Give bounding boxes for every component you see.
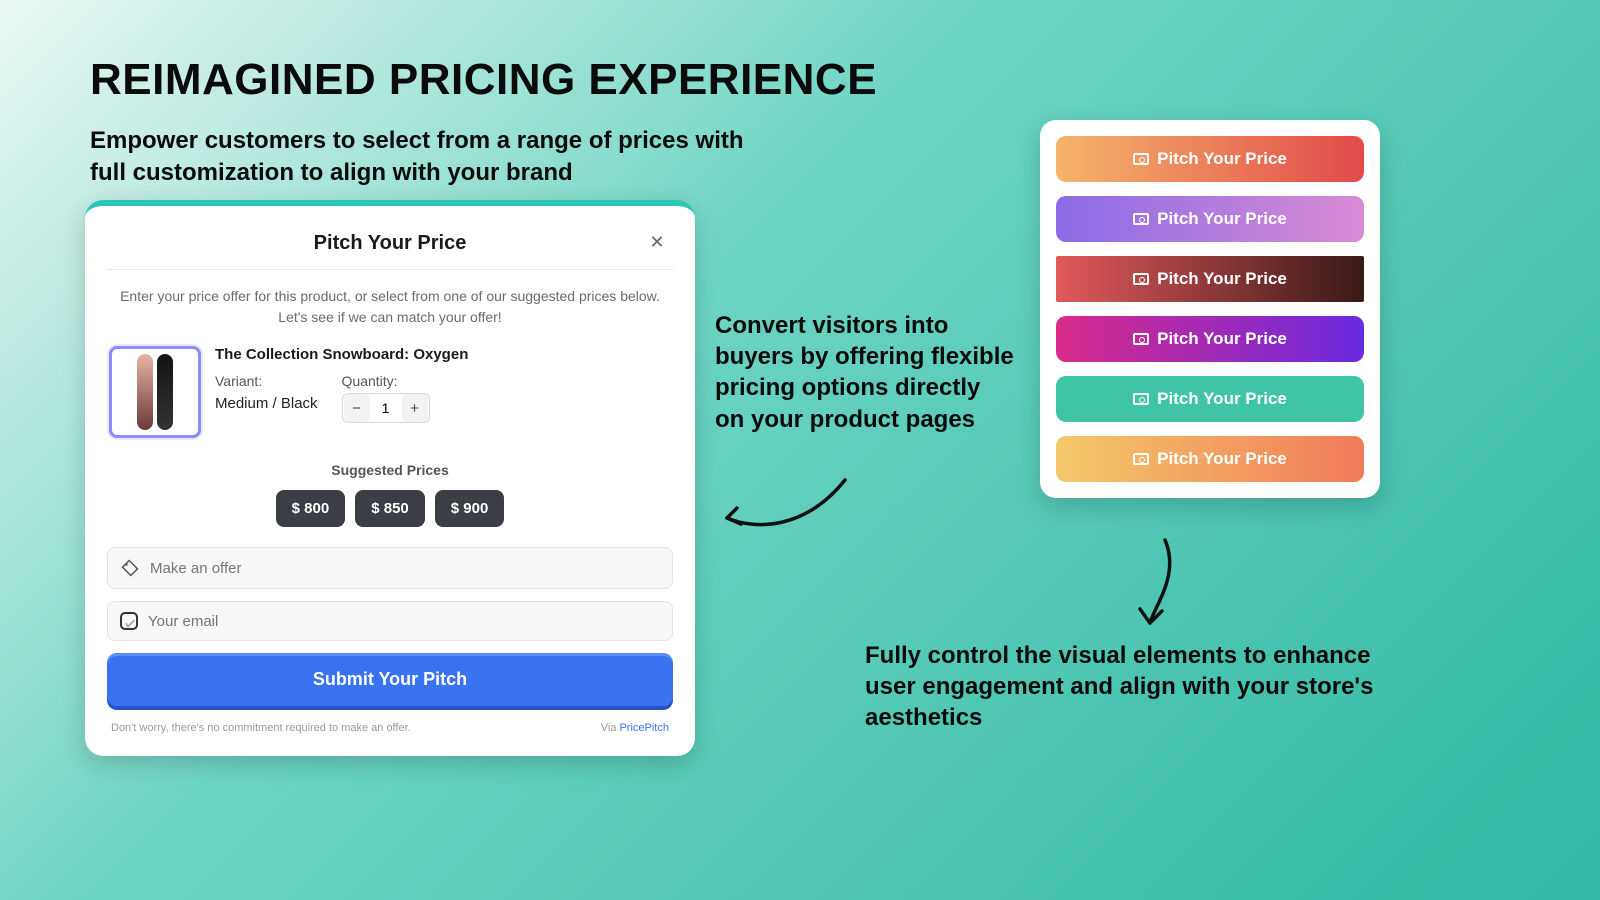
pitch-modal: Pitch Your Price ✕ Enter your price offe… [85, 200, 695, 756]
cash-icon [1133, 393, 1149, 405]
offer-input[interactable] [150, 560, 660, 577]
submit-pitch-button[interactable]: Submit Your Pitch [107, 653, 673, 706]
button-showcase: Pitch Your Price Pitch Your Price Pitch … [1040, 120, 1380, 498]
quantity-stepper[interactable]: − 1 + [342, 393, 430, 423]
email-input-row[interactable] [107, 601, 673, 641]
email-icon [120, 612, 138, 630]
quantity-minus-button[interactable]: − [344, 394, 370, 422]
pitch-button-style-2[interactable]: Pitch Your Price [1056, 196, 1364, 242]
callout-convert: Convert visitors into buyers by offering… [715, 310, 1015, 435]
suggested-price-1[interactable]: $ 800 [276, 490, 346, 527]
variant-label: Variant: [215, 373, 318, 389]
quantity-label: Quantity: [342, 373, 430, 389]
pitch-button-style-4[interactable]: Pitch Your Price [1056, 316, 1364, 362]
suggested-price-3[interactable]: $ 900 [435, 490, 505, 527]
disclaimer-text: Don't worry, there's no commitment requi… [111, 722, 411, 734]
cash-icon [1133, 453, 1149, 465]
product-thumbnail [109, 346, 201, 438]
cash-icon [1133, 153, 1149, 165]
callout-control: Fully control the visual elements to enh… [865, 640, 1385, 734]
email-input[interactable] [148, 613, 660, 630]
cash-icon [1133, 333, 1149, 345]
subheadline: Empower customers to select from a range… [90, 125, 750, 190]
modal-description: Enter your price offer for this product,… [107, 286, 673, 346]
headline: REIMAGINED PRICING EXPERIENCE [90, 55, 877, 105]
variant-value: Medium / Black [215, 393, 318, 412]
tag-icon [120, 558, 140, 578]
cash-icon [1133, 213, 1149, 225]
quantity-value: 1 [371, 400, 401, 416]
cash-icon [1133, 273, 1149, 285]
modal-title: Pitch Your Price [314, 232, 467, 255]
offer-input-row[interactable] [107, 547, 673, 589]
via-attribution: Via PricePitch [601, 722, 669, 734]
pitch-button-style-3[interactable]: Pitch Your Price [1056, 256, 1364, 302]
pitch-button-style-5[interactable]: Pitch Your Price [1056, 376, 1364, 422]
pitch-button-style-1[interactable]: Pitch Your Price [1056, 136, 1364, 182]
suggested-price-2[interactable]: $ 850 [355, 490, 425, 527]
quantity-plus-button[interactable]: + [402, 394, 428, 422]
arrow-to-callout [1110, 535, 1190, 635]
pricepitch-link[interactable]: PricePitch [619, 722, 669, 734]
close-icon[interactable]: ✕ [645, 230, 669, 254]
product-name: The Collection Snowboard: Oxygen [215, 346, 671, 363]
suggested-prices-label: Suggested Prices [107, 456, 673, 490]
pitch-button-style-6[interactable]: Pitch Your Price [1056, 436, 1364, 482]
arrow-to-modal [715, 470, 865, 550]
